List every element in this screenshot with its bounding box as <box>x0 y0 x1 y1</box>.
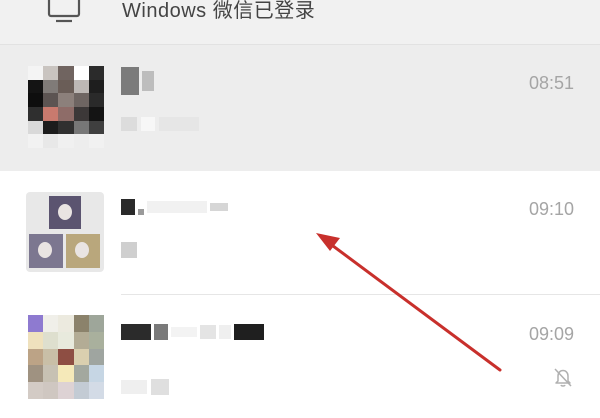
avatar <box>28 315 104 399</box>
chat-name-redacted <box>121 193 228 221</box>
chat-name-redacted <box>121 67 154 95</box>
chat-preview-redacted <box>121 378 169 396</box>
avatar <box>28 66 104 148</box>
windows-login-banner[interactable]: Windows 微信已登录 <box>0 0 600 45</box>
chat-item[interactable]: 09:10 <box>0 171 600 295</box>
list-divider <box>121 294 600 295</box>
chat-time: 09:10 <box>528 199 574 219</box>
windows-login-text: Windows 微信已登录 <box>122 0 316 22</box>
chat-item[interactable]: 08:51 <box>0 45 600 171</box>
group-avatar <box>26 192 104 272</box>
chat-time: 09:09 <box>528 324 574 344</box>
chat-time: 08:51 <box>528 73 574 93</box>
chat-preview-redacted <box>121 241 137 259</box>
chat-item[interactable]: 09:09 <box>0 296 600 418</box>
chat-name-redacted <box>121 318 264 346</box>
bell-slash-icon <box>554 368 572 387</box>
monitor-icon <box>47 0 81 23</box>
chat-preview-redacted <box>121 115 199 133</box>
